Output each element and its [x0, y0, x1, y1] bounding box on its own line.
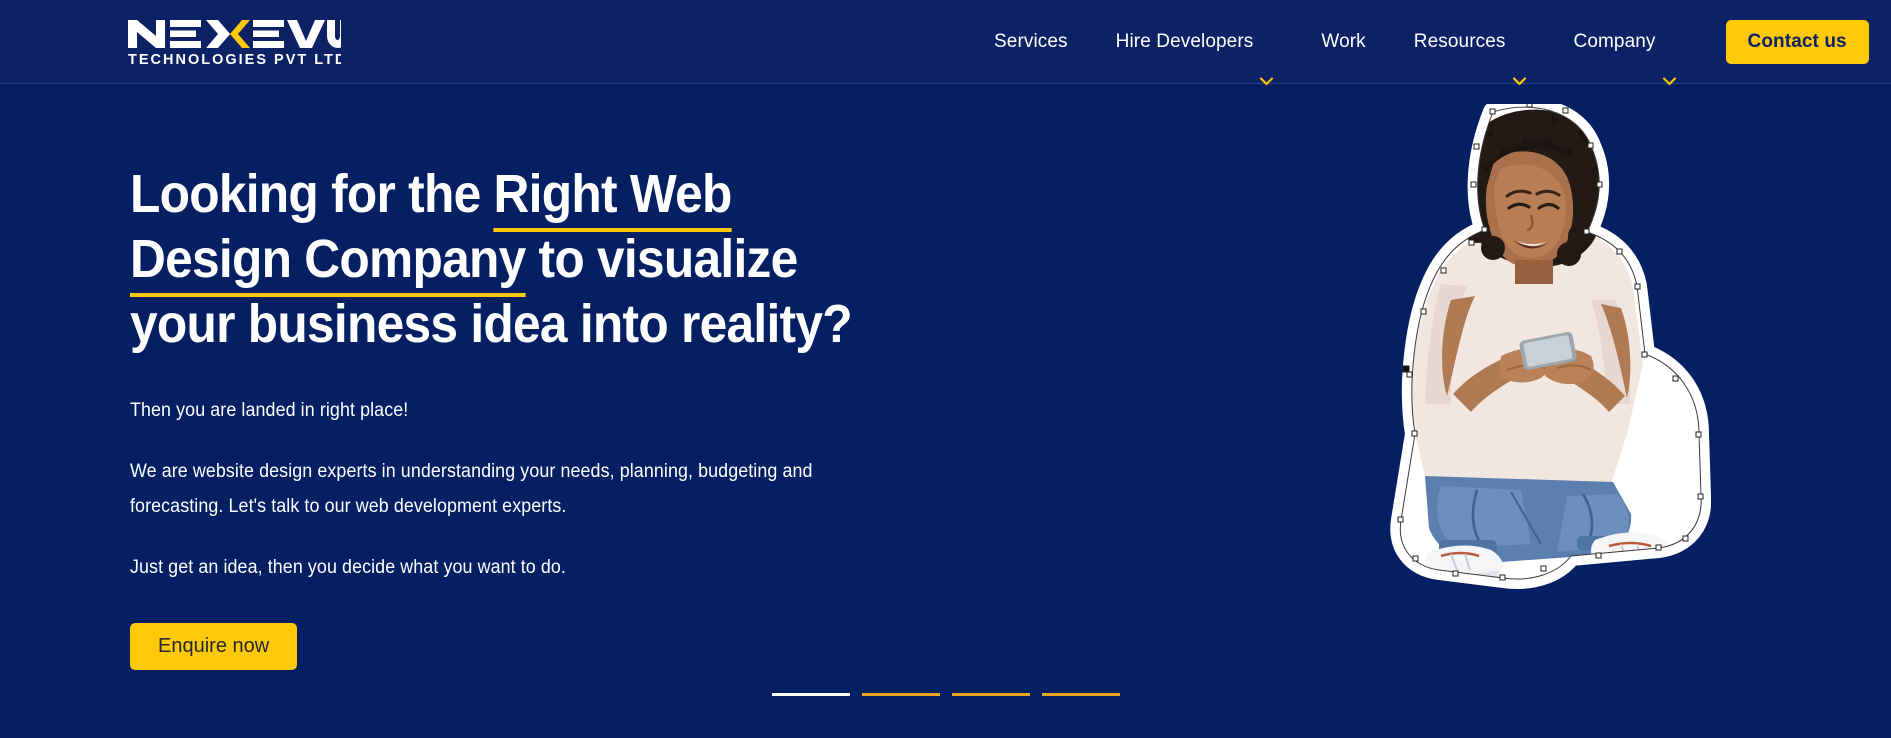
chevron-down-icon: [1662, 39, 1676, 86]
headline-line-2-plain: to visualize: [525, 229, 799, 289]
site-header: TECHNOLOGIES PVT LTD Services Hire Devel…: [0, 0, 1891, 86]
headline-line-1: Looking for the Right Web: [130, 162, 1004, 232]
nav-item-services[interactable]: Services: [970, 0, 1092, 84]
hero-paragraph-2: Just get an idea, then you decide what y…: [130, 557, 566, 578]
headline-line-3: your business idea into reality?: [130, 294, 853, 354]
nexevo-logo[interactable]: TECHNOLOGIES PVT LTD: [126, 14, 341, 70]
nav-label: Work: [1321, 31, 1366, 52]
nav-item-company[interactable]: Company: [1550, 0, 1700, 86]
nav-item-work[interactable]: Work: [1297, 0, 1389, 84]
hero-lede: Then you are landed in right place!: [130, 400, 409, 421]
nav-item-hire-developers[interactable]: Hire Developers: [1092, 0, 1298, 86]
carousel-indicator-2[interactable]: [861, 693, 940, 696]
nav-label: Company: [1573, 31, 1656, 52]
logo-tagline: TECHNOLOGIES PVT LTD: [128, 52, 341, 68]
enquire-now-button[interactable]: Enquire now: [130, 623, 298, 670]
carousel-indicator-3[interactable]: [951, 693, 1030, 696]
carousel-indicator-4[interactable]: [1041, 693, 1120, 696]
hero-copy: Looking for the Right Web Design Company…: [130, 162, 1080, 670]
headline-line-1-plain: Looking for the: [130, 164, 494, 224]
hero-paragraph-1: We are website design experts in underst…: [130, 461, 813, 517]
nav-label: Services: [994, 31, 1068, 52]
nav-label: Hire Developers: [1115, 31, 1254, 52]
hero-page: TECHNOLOGIES PVT LTD Services Hire Devel…: [0, 0, 1891, 738]
headline-line-2: Design Company to visualize: [130, 227, 1004, 297]
chevron-down-icon: [1260, 39, 1274, 86]
contact-us-button[interactable]: Contact us: [1725, 20, 1869, 64]
page-title: Looking for the Right Web Design Company…: [130, 162, 1004, 357]
main-navigation: Services Hire Developers Work Resources …: [970, 0, 1869, 86]
chevron-down-icon: [1512, 39, 1526, 86]
carousel-indicator-1[interactable]: [771, 693, 850, 696]
headline-highlight-1: Right Web: [493, 164, 732, 232]
hero-image-woman-with-phone: [1381, 104, 1711, 624]
hero-section: Looking for the Right Web Design Company…: [0, 84, 1891, 738]
nav-label: Resources: [1413, 31, 1506, 52]
nav-item-resources[interactable]: Resources: [1390, 0, 1550, 86]
headline-highlight-2: Design Company: [130, 229, 526, 297]
carousel-indicators: [0, 693, 1891, 696]
